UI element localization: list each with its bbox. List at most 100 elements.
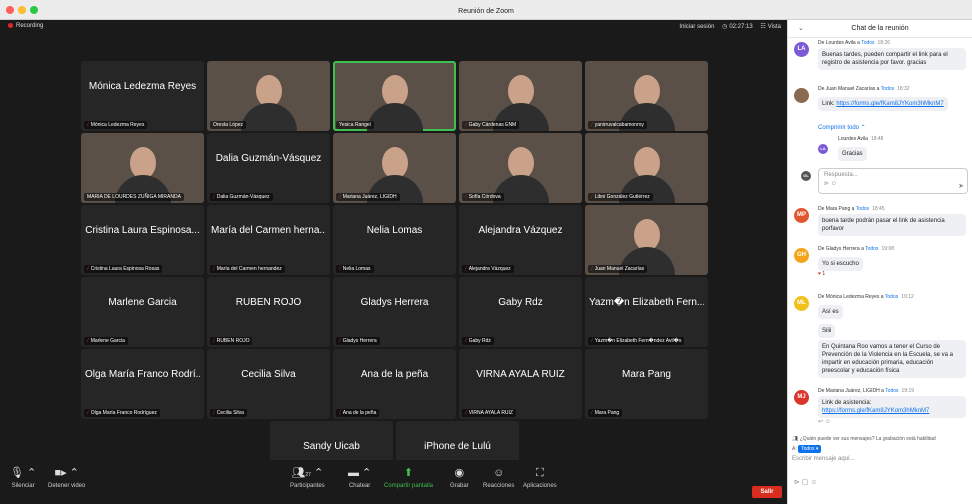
participant-tile[interactable]: María del Carmen herna... ⧸ María del Carm… bbox=[207, 205, 330, 275]
participants-button[interactable]: 👥︎27 ⌃ Participantes bbox=[290, 466, 325, 489]
participant-tile[interactable]: ⧸ yanirruvalcabamonroy bbox=[585, 61, 708, 131]
name-bg: ⧸ Alejandra Vázquez bbox=[462, 265, 514, 273]
collapse-label: Comprimir todo bbox=[818, 125, 860, 131]
reaction-badge[interactable]: ♥ 1 bbox=[818, 271, 970, 277]
stop-video-button[interactable]: ■▸ ⌃ Detener video bbox=[48, 466, 85, 489]
participant-name-label: ⧸ Libni González Gutiérrez bbox=[588, 193, 653, 201]
message-link[interactable]: https://forms.gle/fKam8JYKom3hMknM7 bbox=[822, 408, 929, 414]
mic-muted-icon: ⧸ bbox=[591, 194, 593, 200]
reply-react-icons[interactable]: ↩ ☺ bbox=[818, 418, 970, 425]
view-button[interactable]: Vista bbox=[768, 24, 781, 30]
view-grid-icon[interactable]: ☷ bbox=[760, 24, 765, 30]
participant-tile[interactable]: ⧸ Juan Manuel Zacarías bbox=[585, 205, 708, 275]
participant-tile[interactable]: VIRNA AYALA RUIZ ⧸ VIRNA AYALA RUIZ bbox=[459, 349, 582, 419]
name-bg: ⧸ Yazm�n Elizabeth Fern�ndez Avil�s bbox=[588, 337, 685, 345]
participant-tile[interactable]: Ana de la peña ⧸ Ana de la peña bbox=[333, 349, 456, 419]
participant-tile[interactable]: Mara Pang ⧸ Mara Pang bbox=[585, 349, 708, 419]
message-time: 18:45 bbox=[872, 206, 885, 212]
participant-tile[interactable]: RUBEN ROJO ⧸ RUBEN ROJO bbox=[207, 277, 330, 347]
minimize-window-button[interactable] bbox=[18, 6, 26, 14]
apps-button[interactable]: ⛶ Aplicaciones bbox=[523, 466, 557, 489]
participant-display-name: Cecilia Silva bbox=[241, 369, 296, 380]
participant-tile[interactable]: Yesica Rangel bbox=[333, 61, 456, 131]
record-dot-icon bbox=[8, 23, 13, 28]
participant-tile[interactable]: Cecilia Silva ⧸ Cecilia Silva bbox=[207, 349, 330, 419]
participant-tile[interactable]: MARIA DE LOURDES ZUÑIGA MIRANDA bbox=[81, 133, 204, 203]
message-recipient[interactable]: Todos bbox=[861, 40, 874, 46]
message-recipient[interactable]: Todos bbox=[881, 86, 894, 92]
reply-sender: Lourdes Avila bbox=[838, 136, 868, 142]
participant-tile[interactable]: ⧸ Gaby Cárdenas ENM bbox=[459, 61, 582, 131]
message-link[interactable]: https://forms.gle/fKam8JYKom3hMknM7 bbox=[836, 101, 943, 107]
record-button[interactable]: ◉ Grabar bbox=[450, 466, 469, 489]
recording-label: Recording bbox=[16, 23, 44, 30]
emoji-icon[interactable]: ⊳ ☺ bbox=[824, 180, 967, 187]
participant-name-label: ⧸ Olga María Franco Rodríguez bbox=[84, 409, 160, 417]
chat-message: ML De Mónica Ledezma Reyes a Todos 19:12 … bbox=[792, 294, 970, 378]
message-time: 18:32 bbox=[897, 86, 910, 92]
participant-tile[interactable]: Gladys Herrera ⧸ Gladys Herrera bbox=[333, 277, 456, 347]
participant-tile[interactable]: Cristina Laura Espinosa... ⧸ Cristina Laur… bbox=[81, 205, 204, 275]
maximize-window-button[interactable] bbox=[30, 6, 38, 14]
participant-tile[interactable]: Dalia Guzmán-Vásquez ⧸ Dalia Guzmán-Vásque… bbox=[207, 133, 330, 203]
to-label: A: bbox=[792, 446, 797, 452]
close-window-button[interactable] bbox=[6, 6, 14, 14]
signin-link[interactable]: Iniciar sesión bbox=[679, 24, 714, 30]
chat-button[interactable]: ▬ ⌃ Chatear bbox=[348, 466, 371, 489]
participant-tile[interactable]: Gaby Rdz ⧸ Gaby Rdz bbox=[459, 277, 582, 347]
message-recipient[interactable]: Todos bbox=[865, 246, 878, 252]
name-bg: ⧸ Juan Manuel Zacarías bbox=[588, 265, 648, 273]
avatar: GH bbox=[794, 248, 809, 263]
microphone-icon: 🎙︎ ⌃ bbox=[10, 467, 37, 479]
reactions-label: Reacciones bbox=[483, 483, 515, 489]
share-screen-button[interactable]: ⬆ Compartir pantalla bbox=[384, 466, 433, 489]
avatar: MJ bbox=[794, 390, 809, 405]
participant-display-name: Yazm�n Elizabeth Fern... bbox=[589, 297, 704, 308]
participant-name: Alejandra Vázquez bbox=[468, 266, 511, 272]
name-bg: ⧸ Cristina Laura Espinosa Rosas bbox=[84, 265, 163, 273]
recipient-select[interactable]: Todos ▾ bbox=[798, 445, 822, 453]
participant-tile[interactable]: ⧸ Sofía Córdova bbox=[459, 133, 582, 203]
message-prefix: Link de asistencia: bbox=[822, 400, 872, 406]
name-bg: ⧸ Nelia Lomas bbox=[336, 265, 374, 273]
participant-name-label: ⧸ VIRNA AYALA RUIZ bbox=[462, 409, 516, 417]
chevron-down-icon[interactable]: ⌄ bbox=[798, 20, 804, 38]
participant-display-name: Marlene Garcia bbox=[108, 297, 177, 308]
participant-tile[interactable]: Mónica Ledezma Reyes ⧸ Mónica Ledezma Reye… bbox=[81, 61, 204, 131]
chat-input-icons[interactable]: ⊳ ▢ ☺ bbox=[788, 462, 972, 486]
mic-muted-icon: ⧸ bbox=[339, 194, 341, 200]
leave-button[interactable]: Salir bbox=[752, 486, 782, 498]
participant-tile[interactable]: Yazm�n Elizabeth Fern... ⧸ Yazm�n Elizabet… bbox=[585, 277, 708, 347]
reactions-button[interactable]: ☺ Reacciones bbox=[483, 466, 514, 489]
name-bg: ⧸ Olga María Franco Rodríguez bbox=[84, 409, 160, 417]
message-input[interactable]: Escribir mensaje aquí... bbox=[788, 452, 972, 462]
name-bg: Yesica Rangel bbox=[336, 121, 374, 129]
participant-name: Olga María Franco Rodríguez bbox=[90, 410, 157, 416]
message-recipient[interactable]: Todos bbox=[856, 206, 869, 212]
participant-tile[interactable]: Nelia Lomas ⧸ Nelia Lomas bbox=[333, 205, 456, 275]
collapse-all-link[interactable]: Comprimir todo ⌃ bbox=[818, 124, 866, 131]
participant-tile[interactable]: Oresta López bbox=[207, 61, 330, 131]
participant-name-label: ⧸ Ana de la peña bbox=[336, 409, 380, 417]
participant-name-label: ⧸ Cecilia Silva bbox=[210, 409, 247, 417]
participant-tile[interactable]: Alejandra Vázquez ⧸ Alejandra Vázquez bbox=[459, 205, 582, 275]
participant-name: Cristina Laura Espinosa Rosas bbox=[90, 266, 160, 272]
mic-muted-icon: ⧸ bbox=[465, 194, 467, 200]
mic-muted-icon: ⧸ bbox=[591, 266, 593, 272]
mic-muted-icon: ⧸ bbox=[591, 122, 593, 128]
participant-tile[interactable]: ⧸ Mariana Juárez, LIGIDH bbox=[333, 133, 456, 203]
participant-tile[interactable]: Marlene Garcia ⧸ Marlene Garcia bbox=[81, 277, 204, 347]
reply-input[interactable]: GL Respuesta... ⊳ ☺ ➤ bbox=[801, 168, 968, 194]
message-recipient[interactable]: Todos bbox=[885, 294, 898, 300]
chat-message: GH De Gladys Herrera a Todos 19:08 Yo si … bbox=[792, 246, 970, 277]
participants-count: 27 bbox=[305, 472, 311, 478]
participant-tile[interactable]: Olga María Franco Rodrí... ⧸ Olga María Fr… bbox=[81, 349, 204, 419]
avatar: LA bbox=[818, 144, 828, 154]
message-recipient[interactable]: Todos bbox=[885, 388, 898, 394]
meeting-area: Recording Iniciar sesión ◷ 02:27:13 ☷ Vist… bbox=[0, 20, 787, 504]
participant-tile[interactable]: ⧸ Libni González Gutiérrez bbox=[585, 133, 708, 203]
send-icon[interactable]: ➤ bbox=[958, 182, 964, 190]
recipient-row: A: Todos ▾ bbox=[788, 442, 972, 453]
message-sender: De Mara Pang a bbox=[818, 206, 855, 212]
mute-button[interactable]: 🎙︎ ⌃ Silenciar bbox=[10, 466, 36, 489]
